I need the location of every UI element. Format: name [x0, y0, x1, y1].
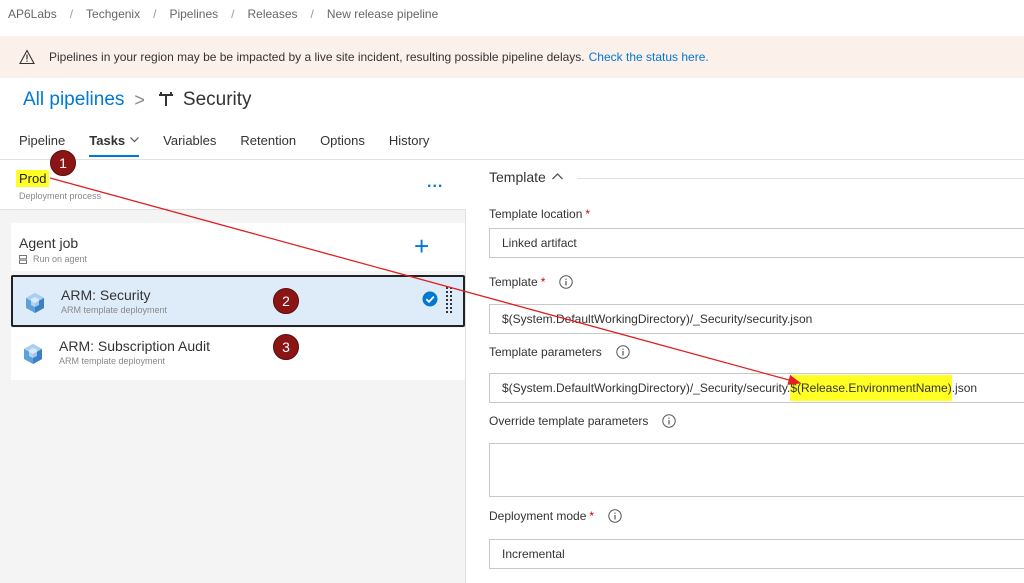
title-row: All pipelines > Security [23, 89, 252, 111]
tab-history[interactable]: History [389, 133, 429, 157]
more-options-icon[interactable]: ... [427, 174, 443, 192]
chevron-down-icon [130, 135, 140, 146]
arm-cube-icon [24, 344, 42, 364]
template-section-header[interactable]: Template [489, 169, 563, 185]
breadcrumb: AP6Labs / Techgenix / Pipelines / Releas… [8, 7, 439, 21]
warning-banner: Pipelines in your region may be be impac… [0, 36, 1024, 78]
task-subtitle: ARM template deployment [61, 305, 168, 315]
tab-bar: Pipeline Tasks Variables Retention Optio… [19, 133, 453, 157]
info-icon[interactable] [559, 275, 574, 289]
task-name: ARM: Security [61, 287, 151, 303]
template-location-label: Template location * [489, 207, 591, 221]
override-parameters-label: Override template parameters [489, 414, 677, 428]
warning-icon [19, 49, 35, 65]
template-parameters-label: Template parameters [489, 345, 630, 359]
task-item-arm-subscription-audit[interactable]: ARM: Subscription Audit ARM template dep… [11, 328, 465, 380]
deployment-mode-label: Deployment mode * [489, 509, 622, 523]
environment-name-variable: $(Release.EnvironmentName) [790, 375, 952, 401]
info-icon[interactable] [662, 414, 677, 428]
add-task-icon[interactable]: + [414, 233, 429, 259]
tab-tasks[interactable]: Tasks [89, 133, 140, 157]
breadcrumb-item-project[interactable]: Techgenix [86, 7, 140, 21]
stage-name: Prod [16, 170, 50, 187]
breadcrumb-item-releases[interactable]: Releases [247, 7, 297, 21]
enabled-check-icon[interactable] [422, 291, 438, 307]
template-location-dropdown[interactable]: Linked artifact [489, 228, 1024, 258]
breadcrumb-item-new-release-pipeline[interactable]: New release pipeline [327, 7, 438, 21]
tab-options[interactable]: Options [320, 133, 365, 157]
chevron-right-icon: > [134, 89, 145, 110]
release-pipeline-editor: AP6Labs / Techgenix / Pipelines / Releas… [0, 0, 1024, 583]
deployment-mode-dropdown[interactable]: Incremental [489, 539, 1024, 569]
agent-job[interactable]: Agent job Run on agent + [11, 223, 465, 271]
agent-job-title: Agent job [19, 235, 79, 251]
tab-retention[interactable]: Retention [240, 133, 296, 157]
breadcrumb-item-org[interactable]: AP6Labs [8, 7, 57, 21]
tasks-panel: Prod Deployment process ... Agent job Ru… [0, 160, 466, 583]
section-divider [577, 178, 1024, 179]
template-input[interactable]: $(System.DefaultWorkingDirectory)/_Secur… [489, 304, 1024, 334]
stage-subtitle: Deployment process [19, 191, 102, 201]
arm-cube-icon [26, 293, 44, 313]
annotation-badge-2: 2 [273, 288, 299, 314]
task-subtitle: ARM template deployment [59, 356, 166, 366]
page-title: Security [182, 89, 252, 110]
info-icon[interactable] [608, 509, 622, 523]
override-parameters-textarea[interactable] [489, 443, 1024, 497]
check-status-link[interactable]: Check the status here. [589, 50, 709, 64]
task-name: ARM: Subscription Audit [59, 338, 210, 354]
banner-message: Pipelines in your region may be be impac… [49, 50, 585, 64]
info-icon[interactable] [616, 345, 630, 359]
tab-variables[interactable]: Variables [163, 133, 216, 157]
template-label: Template * [489, 275, 574, 289]
server-icon [19, 254, 27, 264]
agent-job-subtitle: Run on agent [19, 254, 87, 264]
template-parameters-input[interactable]: $(System.DefaultWorkingDirectory)/_Secur… [489, 373, 1024, 403]
annotation-badge-1: 1 [50, 150, 76, 176]
annotation-badge-3: 3 [273, 334, 299, 360]
task-item-arm-security[interactable]: ARM: Security ARM template deployment [11, 275, 465, 327]
drag-handle-icon[interactable] [446, 287, 452, 315]
all-pipelines-link[interactable]: All pipelines [23, 89, 124, 111]
breadcrumb-item-pipelines[interactable]: Pipelines [169, 7, 218, 21]
release-pipeline-icon [158, 92, 173, 106]
chevron-up-icon [551, 171, 563, 183]
